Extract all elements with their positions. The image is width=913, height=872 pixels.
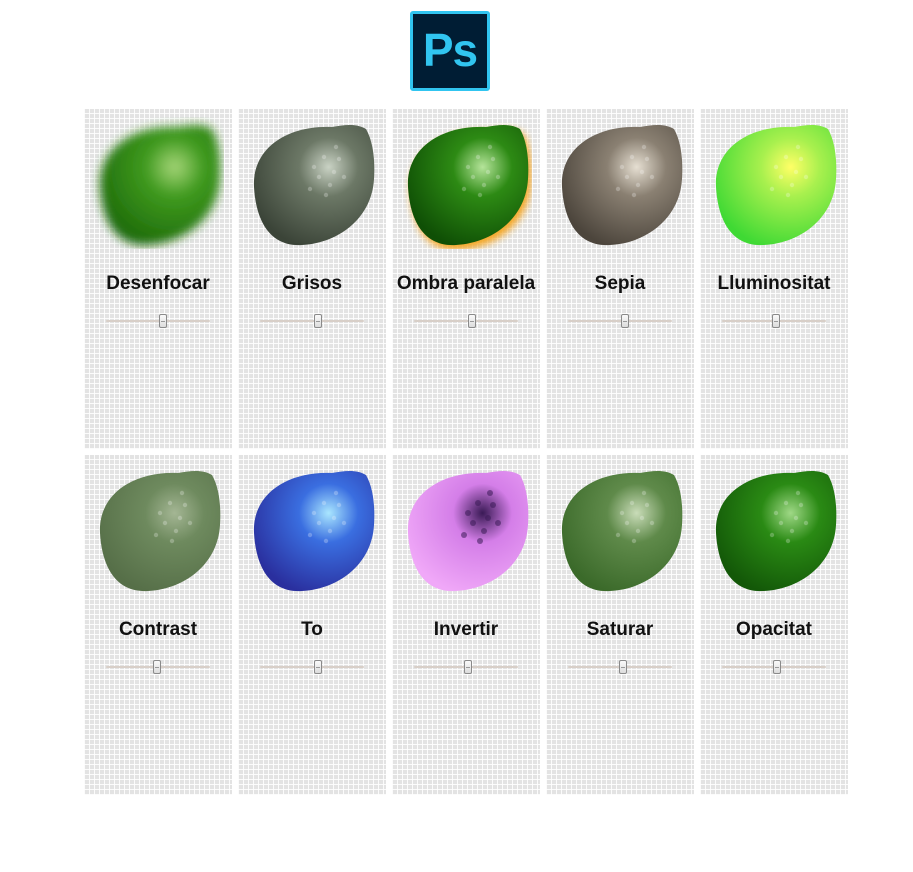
filter-card-to: To (238, 455, 386, 795)
lime-body (99, 125, 221, 246)
filter-slider[interactable] (414, 660, 518, 674)
slider-thumb[interactable] (619, 660, 628, 674)
slider-thumb[interactable] (314, 314, 323, 328)
filter-label: Ombra paralela (396, 273, 536, 294)
filter-card-saturar: Saturar (546, 455, 694, 795)
lime-body (407, 471, 529, 592)
filter-slider[interactable] (722, 314, 826, 328)
filter-label: Grisos (281, 273, 343, 294)
filter-label: Opacitat (735, 619, 813, 640)
lime-body (561, 125, 683, 246)
slider-track (106, 320, 210, 322)
lime-image (90, 117, 224, 249)
filter-card-lluminositat: Lluminositat (700, 109, 848, 449)
filter-card-sepia: Sepia (546, 109, 694, 449)
filter-card-grisos: Grisos (238, 109, 386, 449)
slider-thumb[interactable] (773, 660, 782, 674)
photoshop-logo: Ps (410, 11, 490, 91)
lime-body (253, 471, 375, 592)
slider-track (568, 320, 672, 322)
lime-body (715, 471, 837, 592)
filter-slider[interactable] (568, 314, 672, 328)
slider-thumb[interactable] (152, 660, 161, 674)
lime-image (552, 463, 686, 595)
filter-card-ombra-paralela: Ombra paralela (392, 109, 540, 449)
lime-body (99, 471, 221, 592)
filter-label: Contrast (118, 619, 198, 640)
lime-image (706, 117, 840, 249)
slider-track (260, 320, 364, 322)
filter-label: Invertir (433, 619, 499, 640)
slider-track (414, 320, 518, 322)
slider-thumb[interactable] (464, 660, 473, 674)
filter-label: Lluminositat (717, 273, 831, 294)
slider-thumb[interactable] (621, 314, 630, 328)
logo-text: Ps (422, 24, 478, 76)
filter-slider[interactable] (568, 660, 672, 674)
filter-grid: Desenfocar Grisos Ombra paralela Sepia L… (84, 109, 848, 795)
lime-image (244, 117, 378, 249)
filter-slider[interactable] (260, 660, 364, 674)
lime-body (715, 125, 837, 246)
filter-slider[interactable] (414, 314, 518, 328)
lime-body (561, 471, 683, 592)
lime-body (253, 125, 375, 246)
filter-slider[interactable] (260, 314, 364, 328)
slider-thumb[interactable] (314, 660, 323, 674)
filter-slider[interactable] (106, 314, 210, 328)
slider-thumb[interactable] (468, 314, 477, 328)
filter-card-opacitat: Opacitat (700, 455, 848, 795)
lime-image (552, 117, 686, 249)
filter-label: Saturar (586, 619, 654, 640)
lime-image (398, 463, 532, 595)
filter-label: To (301, 619, 323, 640)
filter-card-invertir: Invertir (392, 455, 540, 795)
slider-track (260, 666, 364, 668)
slider-thumb[interactable] (772, 314, 781, 328)
lime-image (706, 463, 840, 595)
filter-label: Desenfocar (106, 273, 210, 294)
filter-slider[interactable] (722, 660, 826, 674)
filter-label: Sepia (594, 273, 646, 294)
filter-slider[interactable] (106, 660, 210, 674)
lime-image (244, 463, 378, 595)
filter-card-desenfocar: Desenfocar (84, 109, 232, 449)
lime-image (90, 463, 224, 595)
lime-image (398, 117, 532, 249)
slider-thumb[interactable] (159, 314, 168, 328)
filter-card-contrast: Contrast (84, 455, 232, 795)
